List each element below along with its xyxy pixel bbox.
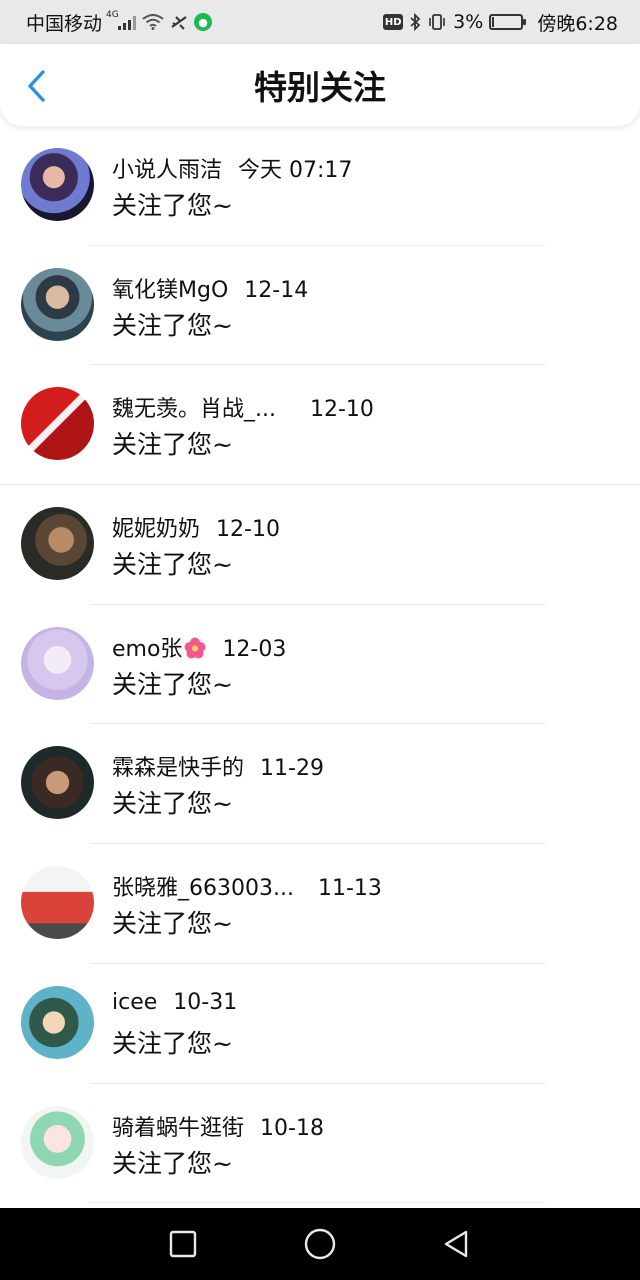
avatar[interactable]: [21, 507, 94, 581]
timestamp: 12-10: [216, 517, 280, 543]
list-item[interactable]: 张晓雅_663003... 11-13 关注了您~: [0, 844, 640, 964]
message-text: 关注了您~: [112, 310, 233, 340]
timestamp: 12-03: [222, 636, 287, 662]
timestamp: 11-29: [260, 756, 324, 782]
user-name[interactable]: icee: [112, 990, 157, 1015]
carrier-label: 中国移动: [26, 12, 103, 35]
airplane-icon: [170, 13, 188, 31]
recent-apps-button[interactable]: [165, 1226, 201, 1262]
avatar[interactable]: [21, 985, 94, 1059]
user-name[interactable]: 骑着蜗牛逛街: [112, 1116, 244, 1141]
message-text: 关注了您~: [112, 550, 233, 580]
status-left: 中国移动 4G ●: [26, 0, 213, 44]
page-title: 特别关注: [254, 68, 386, 107]
message-text: 关注了您~: [112, 909, 233, 939]
message-text: 关注了您~: [112, 430, 233, 460]
home-icon: [304, 1228, 336, 1260]
list-item[interactable]: 霖森是快手的 11-29 关注了您~: [0, 724, 640, 845]
home-button[interactable]: [302, 1226, 338, 1262]
notification-list: 小说人雨洁 今天 07:17 关注了您~ 氧化镁MgO 12-14 关注了您~ 魏无…: [0, 126, 640, 1204]
timestamp: 10-31: [173, 989, 238, 1015]
list-item[interactable]: 骑着蜗牛逛街 10-18 关注了您~: [0, 1084, 640, 1204]
list-item[interactable]: 魏无羡。肖战_... 12-10 关注了您~: [0, 365, 640, 486]
avatar[interactable]: [21, 626, 94, 700]
user-name[interactable]: 氧化镁MgO: [112, 278, 228, 303]
list-item[interactable]: 氧化镁MgO 12-14 关注了您~: [0, 246, 640, 366]
avatar[interactable]: [21, 866, 94, 940]
list-item[interactable]: icee 10-31 关注了您~: [0, 964, 640, 1084]
user-name[interactable]: 张晓雅_663003...: [112, 876, 294, 901]
avatar[interactable]: [21, 1105, 94, 1179]
back-nav-button[interactable]: [438, 1226, 474, 1262]
message-text: 关注了您~: [112, 1148, 233, 1178]
signal-icon: 4G: [106, 10, 137, 30]
recent-apps-icon: [169, 1230, 197, 1258]
status-bar: 中国移动 4G ● HD 3% 傍晚6:28: [0, 0, 640, 44]
avatar[interactable]: [21, 387, 94, 461]
timestamp: 10-18: [260, 1115, 324, 1141]
list-item[interactable]: 妮妮奶奶 12-10 关注了您~: [0, 485, 640, 605]
header: 特别关注: [0, 44, 640, 126]
list-item[interactable]: 小说人雨洁 今天 07:17 关注了您~: [0, 126, 640, 246]
message-text: 关注了您~: [112, 789, 233, 819]
timestamp: 今天 07:17: [238, 158, 353, 183]
status-right: HD 3% 傍晚6:28: [383, 0, 618, 44]
user-name[interactable]: emo张: [112, 637, 182, 662]
message-text: 关注了您~: [112, 1028, 233, 1058]
avatar[interactable]: [21, 746, 94, 820]
user-name[interactable]: 魏无羡。肖战_...: [112, 397, 276, 422]
vibrate-icon: [427, 13, 447, 31]
system-nav-bar: [0, 1208, 640, 1280]
hd-icon: HD: [383, 14, 404, 30]
battery-icon: [489, 14, 527, 30]
clock: 傍晚6:28: [537, 12, 618, 35]
flower-icon: [184, 637, 206, 659]
wifi-icon: [142, 14, 164, 30]
timestamp: 11-13: [317, 876, 382, 902]
list-item[interactable]: emo张 12-03 关注了您~: [0, 605, 640, 725]
divider: [90, 1202, 546, 1204]
wechat-icon: ●: [194, 13, 213, 31]
network-label: 4G: [106, 10, 119, 20]
user-name[interactable]: 妮妮奶奶: [112, 517, 200, 542]
bluetooth-icon: [409, 13, 421, 31]
back-triangle-icon: [444, 1230, 468, 1258]
message-text: 关注了您~: [112, 191, 233, 220]
user-name[interactable]: 小说人雨洁: [112, 158, 222, 183]
battery-percent: 3%: [453, 11, 484, 33]
avatar[interactable]: [21, 267, 94, 341]
message-text: 关注了您~: [112, 669, 233, 699]
timestamp: 12-10: [309, 397, 374, 423]
timestamp: 12-14: [244, 277, 309, 303]
avatar[interactable]: [21, 148, 94, 221]
user-name[interactable]: 霖森是快手的: [112, 756, 244, 781]
